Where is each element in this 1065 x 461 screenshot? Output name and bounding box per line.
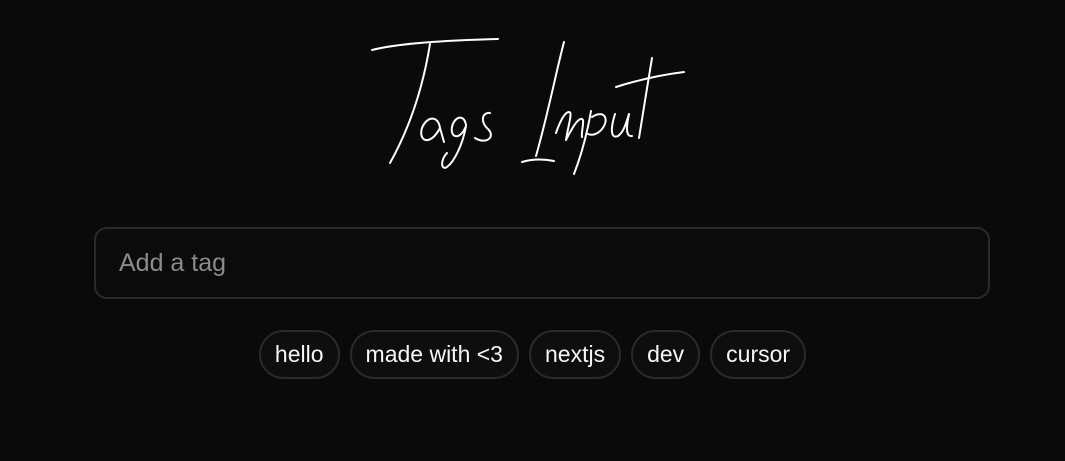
tag-chip[interactable]: nextjs	[528, 330, 622, 379]
tag-chip[interactable]: made with <3	[349, 330, 519, 379]
page-title-script	[370, 38, 685, 175]
tag-input-container[interactable]	[94, 227, 990, 299]
tag-chip[interactable]: hello	[258, 330, 340, 379]
tags-list: hello made with <3 nextjs dev cursor	[0, 330, 1065, 379]
tag-chip[interactable]: cursor	[710, 330, 807, 379]
tag-chip[interactable]: dev	[631, 330, 701, 379]
page-title	[0, 30, 1065, 180]
tag-input[interactable]	[96, 229, 988, 297]
